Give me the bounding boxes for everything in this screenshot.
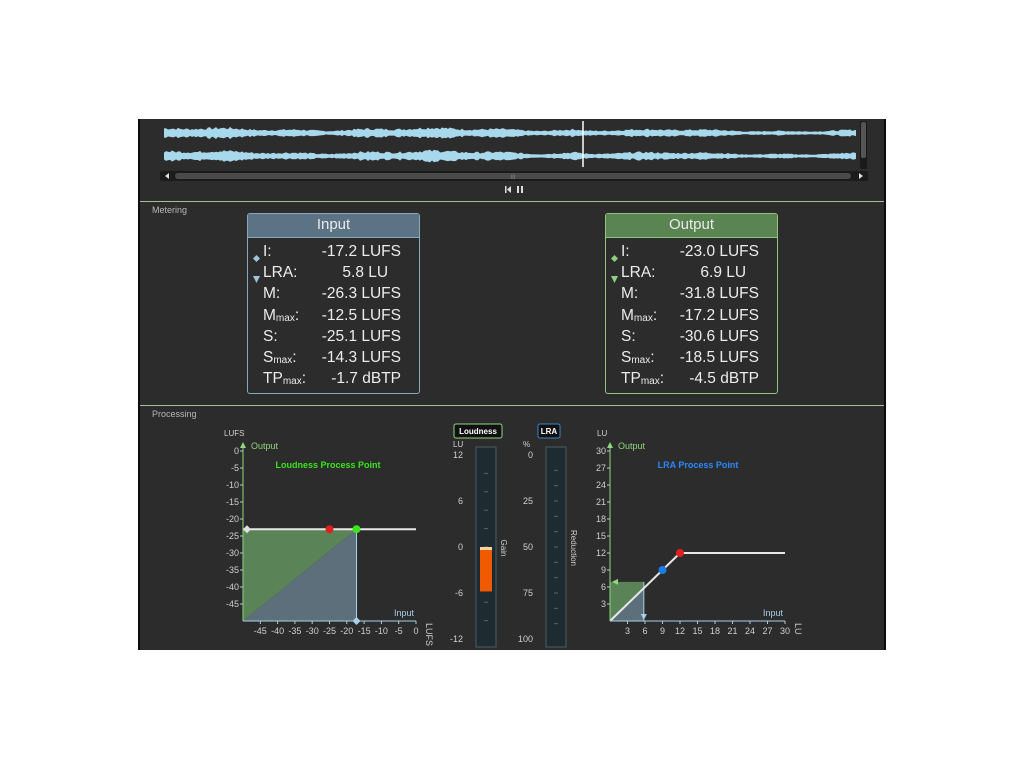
y-tick-label: 21 [596,497,606,507]
y-tick-label: 24 [596,480,606,490]
y-tick-label: 18 [596,514,606,524]
y-tick-label: -45 [226,599,239,609]
reduction-tick-label: 0 [528,450,533,460]
x-tick-label: 0 [413,626,418,636]
reduction-tick-label: 50 [523,542,533,552]
x-tick-label: -5 [395,626,403,636]
x-tick-label: -30 [306,626,319,636]
gain-bar [480,547,492,592]
loudness-button-label: Loudness [459,427,497,436]
y-tick-label: -20 [226,514,239,524]
y-tick-label: -25 [226,531,239,541]
loudness-target-point[interactable] [325,525,334,534]
reduction-tick-label: 75 [523,588,533,598]
chart-title: Loudness Process Point [275,460,380,470]
x-tick-label: -10 [375,626,388,636]
y-tick-label: 27 [596,463,606,473]
x-tick-label: -25 [323,626,336,636]
x-tick-label: 9 [660,626,665,636]
loudness-processor-window: III Metering Input I: -17.2 LUFS LRA: 5.8 L… [138,119,886,650]
reduction-tick-label: 25 [523,496,533,506]
gain-tick-label: 6 [458,496,463,506]
reduction-tick-label: 100 [518,634,533,644]
y-tick-label: 3 [601,599,606,609]
y-tick-label: 15 [596,531,606,541]
x-tick-label: 15 [692,626,702,636]
gain-caption: Gain [499,540,508,557]
y-tick-label: -5 [231,463,239,473]
lra-button-label: LRA [541,427,558,436]
y-axis-title: Output [618,441,646,451]
gain-tick-label: 0 [458,542,463,552]
x-tick-label: 30 [780,626,790,636]
gain-tick-label: -6 [455,588,463,598]
x-tick-label: 6 [642,626,647,636]
x-tick-label: -20 [340,626,353,636]
x-tick-label: -15 [358,626,371,636]
gain-bar-cap [480,547,492,550]
y-tick-label: 9 [601,565,606,575]
reduction-caption: Reduction [569,530,578,566]
y-axis-arrow-icon [240,442,246,448]
gain-unit-label: LU [453,440,463,449]
y-tick-label: 12 [596,548,606,558]
x-tick-label: -45 [254,626,267,636]
x-tick-label: -40 [271,626,284,636]
y-tick-label: -15 [226,497,239,507]
x-tick-label: -35 [288,626,301,636]
gain-tick-label: -12 [450,634,463,644]
processing-area: LUFS Output Loudness Process Point 0 -5 -10 -1… [224,423,803,648]
y-tick-label: 0 [234,446,239,456]
lra-current-point[interactable] [658,566,667,574]
y-tick-label: -35 [226,565,239,575]
x-axis-title: Input [394,608,415,618]
y-tick-label: 30 [596,446,606,456]
x-tick-label: 3 [625,626,630,636]
y-tick-label: -30 [226,548,239,558]
x-tick-label: 12 [675,626,685,636]
x-unit-label: LUFS [424,623,434,646]
y-unit-label: LUFS [224,429,244,438]
x-tick-label: 27 [762,626,772,636]
lra-unit-label: % [523,440,530,449]
y-axis-title: Output [251,441,279,451]
chart-title: LRA Process Point [658,460,739,470]
loudness-current-point[interactable] [352,525,361,534]
x-tick-label: 21 [727,626,737,636]
y-tick-label: 6 [601,582,606,592]
lra-knee-point[interactable] [676,549,684,557]
x-unit-label: LU [793,623,803,635]
x-axis-title: Input [763,608,784,618]
x-tick-label: 24 [745,626,755,636]
y-tick-label: -10 [226,480,239,490]
y-axis-arrow-icon [607,442,613,448]
y-tick-label: -40 [226,582,239,592]
y-unit-label: LU [597,429,607,438]
x-tick-label: 18 [710,626,720,636]
gain-tick-label: 12 [453,450,463,460]
